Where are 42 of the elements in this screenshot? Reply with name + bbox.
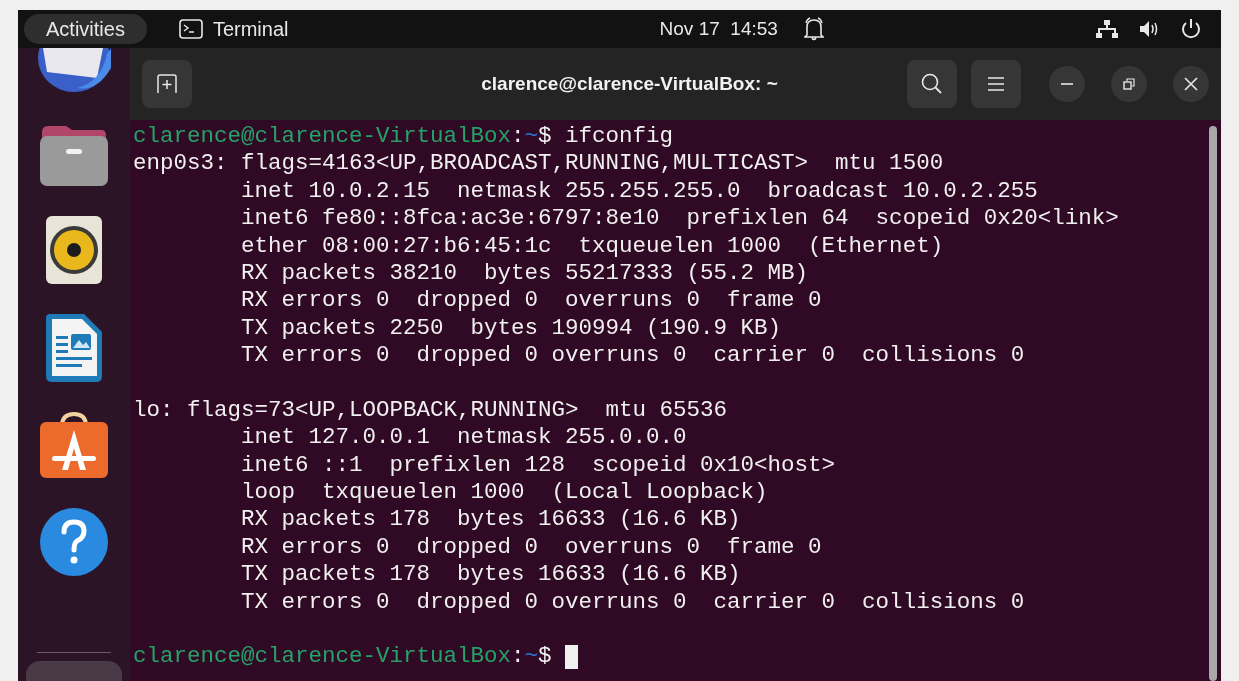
search-button[interactable] xyxy=(907,60,957,108)
power-icon[interactable] xyxy=(1181,18,1201,40)
document-icon[interactable] xyxy=(46,314,102,382)
terminal-output-line: RX packets 38210 bytes 55217333 (55.2 MB) xyxy=(240,259,809,288)
restore-button[interactable] xyxy=(1111,66,1147,102)
activities-button[interactable]: Activities xyxy=(24,14,147,44)
terminal-output-line: RX errors 0 dropped 0 overruns 0 frame 0 xyxy=(240,533,822,562)
network-icon[interactable] xyxy=(1095,19,1119,39)
minimize-icon xyxy=(1061,82,1073,86)
terminal-output-line: TX packets 2250 bytes 190994 (190.9 KB) xyxy=(240,314,782,343)
terminal-output-line: TX errors 0 dropped 0 overruns 0 carrier 0 collisions 0 xyxy=(240,342,1025,370)
terminal-output-line: ether 08:00:27:b6:45:1c txqueuelen 1000 (Ethernet) xyxy=(240,232,944,260)
search-icon xyxy=(921,73,943,95)
terminal-output-line: inet 10.0.2.15 netmask 255.255.255.0 broadcast 10.0.2.255 xyxy=(240,177,1038,206)
new-tab-button[interactable] xyxy=(142,60,192,108)
terminal-output-line: RX packets 178 bytes 16633 (16.6 KB) xyxy=(240,506,741,534)
terminal-output-line: loop txqueuelen 1000 (Local Loopback) xyxy=(240,479,768,507)
terminal-output-line: TX errors 0 dropped 0 overruns 0 carrier 0 collisions 0 xyxy=(240,588,1025,617)
window-title: clarence@clarence-VirtualBox: ~ xyxy=(481,71,778,96)
terminal-prompt-line: clarence@clarence-VirtualBox:~$ xyxy=(133,643,579,671)
terminal-output-line: inet6 ::1 prefixlen 128 scopeid 0x10<host> xyxy=(240,451,836,480)
terminal-output-line: inet 127.0.0.1 netmask 255.0.0.0 xyxy=(240,424,687,452)
folder-icon[interactable] xyxy=(40,124,108,186)
shopping-bag-icon[interactable] xyxy=(40,412,108,478)
menu-button[interactable] xyxy=(971,60,1021,108)
app-name[interactable]: Terminal xyxy=(212,14,289,44)
help-icon[interactable] xyxy=(40,508,108,576)
clock[interactable]: Nov 17 14:53 xyxy=(659,14,778,44)
terminal-output-line: inet6 fe80::8fca:ac3e:6797:8e10 prefixlen 64 scopeid 0x20<link> xyxy=(240,205,1119,233)
close-icon xyxy=(1184,77,1198,91)
terminal-prompt-line: clarence@clarence-VirtualBox:~$ ifconfig xyxy=(133,123,674,151)
terminal-output-line: RX errors 0 dropped 0 overruns 0 frame 0 xyxy=(240,287,822,315)
close-button[interactable] xyxy=(1173,66,1209,102)
speaker-icon[interactable] xyxy=(46,216,102,284)
restore-icon xyxy=(1123,78,1135,90)
menu-icon xyxy=(987,76,1005,92)
terminal-icon xyxy=(178,19,203,39)
terminal-output-line: lo: flags=73<UP,LOOPBACK,RUNNING> mtu 65536 xyxy=(133,396,728,425)
new-tab-icon xyxy=(156,74,178,94)
bell-icon[interactable] xyxy=(803,17,824,41)
terminal-output-line: enp0s3: flags=4163<UP,BROADCAST,RUNNING,MULTICAST> mtu 1500 xyxy=(133,150,944,178)
terminal-output-line: TX packets 178 bytes 16633 (16.6 KB) xyxy=(240,561,741,589)
